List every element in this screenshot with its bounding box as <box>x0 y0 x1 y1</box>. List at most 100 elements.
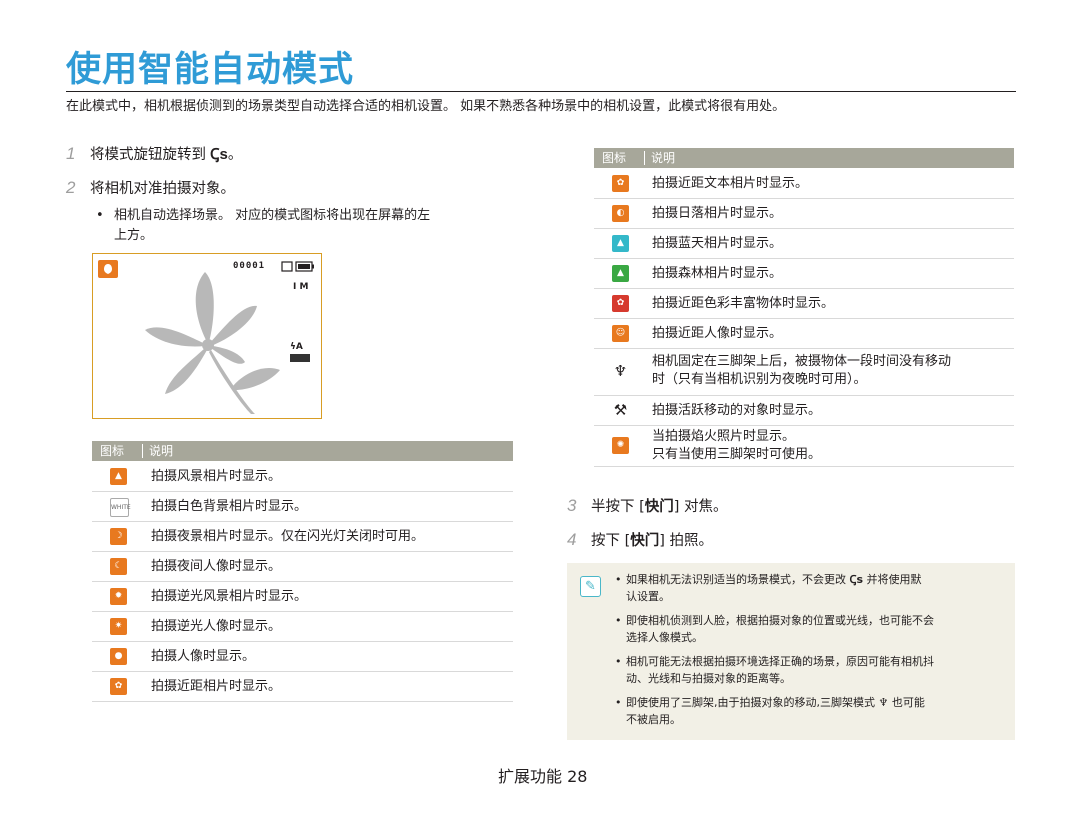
sunset-icon: ◐ <box>612 205 629 222</box>
table-row: ☺ 拍摄近距人像时显示。 <box>594 319 1014 349</box>
step-text: 将相机对准拍摄对象。 <box>90 181 235 197</box>
step-1: 1 将模式旋钮旋转到 Ꞔs。 <box>66 143 242 166</box>
table-row: ● 拍摄人像时显示。 <box>92 642 513 672</box>
row-text: 拍摄日落相片时显示。 <box>652 206 783 221</box>
step-number: 4 <box>567 530 577 549</box>
note-item: • 如果相机无法识别适当的场景模式，不会更改 Ꞔs 并将使用默 认设置。 <box>615 571 1000 605</box>
flash-indicator: ϟA <box>290 342 303 352</box>
flower-silhouette-icon <box>145 272 280 414</box>
white-balance-icon <box>290 354 310 362</box>
macro-portrait-icon: ☺ <box>612 325 629 342</box>
note-text: 如果相机无法识别适当的场景模式，不会更改 <box>626 573 846 586</box>
row-text: 拍摄逆光人像时显示。 <box>151 619 282 634</box>
action-icon: ⚒ <box>613 401 628 419</box>
row-text: 拍摄白色背景相片时显示。 <box>151 499 308 514</box>
row-text: 拍摄森林相片时显示。 <box>652 266 783 281</box>
macro-color-icon: ✿ <box>612 295 629 312</box>
row-text-line-2: 时（只有当相机识别为夜晚时可用）。 <box>652 372 867 387</box>
shutter-key-label: 快门 <box>644 499 674 515</box>
table-row: ✺ 当拍摄焰火照片时显示。 只有当使用三脚架时可使用。 <box>594 426 1014 467</box>
step-number: 1 <box>66 144 76 163</box>
table-row: ✿ 拍摄近距相片时显示。 <box>92 672 513 702</box>
row-text: 拍摄近距相片时显示。 <box>151 679 282 694</box>
title-rule <box>66 91 1016 92</box>
macro-text-icon: ✿ <box>612 175 629 192</box>
row-text: 拍摄蓝天相片时显示。 <box>652 236 783 251</box>
step-text-end: 。 <box>227 147 243 163</box>
row-text: 相机固定在三脚架上后，被摄物体一段时间没有移动 时（只有当相机识别为夜晚时可用）… <box>652 353 951 389</box>
table-row: ♆ 相机固定在三脚架上后，被摄物体一段时间没有移动 时（只有当相机识别为夜晚时可… <box>594 349 1014 396</box>
note-item: • 即使相机侦测到人脸，根据拍摄对象的位置或光线，也可能不会 选择人像模式。 <box>615 612 1000 646</box>
step-2-bullet: • 相机自动选择场景。 对应的模式图标将出现在屏幕的左 上方。 <box>96 206 514 246</box>
bullet-dot: • <box>615 573 622 586</box>
row-text: 当拍摄焰火照片时显示。 只有当使用三脚架时可使用。 <box>652 428 821 464</box>
step-text: 按下 [ <box>591 533 631 549</box>
row-text-line-1: 相机固定在三脚架上后，被摄物体一段时间没有移动 <box>652 354 952 369</box>
bullet-dot: • <box>615 655 622 668</box>
bullet-dot: • <box>615 614 622 627</box>
landscape-icon: ▲ <box>110 468 127 485</box>
header-separator <box>644 151 645 165</box>
battery-icon <box>281 261 314 272</box>
table-row: WHITE 拍摄白色背景相片时显示。 <box>92 492 513 522</box>
note-text: 认设置。 <box>626 590 670 603</box>
table-row: ⚒ 拍摄活跃移动的对象时显示。 <box>594 396 1014 426</box>
smart-auto-mode-icon: Ꞔs <box>210 146 228 163</box>
row-text: 拍摄近距文本相片时显示。 <box>652 176 809 191</box>
step-text-end: ] 对焦。 <box>673 499 728 515</box>
step-3: 3 半按下 [快门] 对焦。 <box>567 495 728 518</box>
table-row: ✷ 拍摄逆光人像时显示。 <box>92 612 513 642</box>
step-text: 半按下 [ <box>591 499 645 515</box>
row-text-line-1: 当拍摄焰火照片时显示。 <box>652 429 796 444</box>
left-table-header: 图标 说明 <box>92 441 513 461</box>
step-number: 3 <box>567 496 577 515</box>
row-text: 拍摄逆光风景相片时显示。 <box>151 589 308 604</box>
note-item: • 相机可能无法根据拍摄环境选择正确的场景，原因可能有相机抖 动、光线和与拍摄对… <box>615 653 1000 687</box>
note-icon: ✎ <box>580 576 601 597</box>
backlit-portrait-icon: ✷ <box>110 618 127 635</box>
smart-auto-mode-icon: Ꞔs <box>849 573 864 586</box>
shutter-key-label: 快门 <box>630 533 660 549</box>
row-text-line-2: 只有当使用三脚架时可使用。 <box>652 447 822 462</box>
step-4: 4 按下 [快门] 拍照。 <box>567 529 713 552</box>
fireworks-icon: ✺ <box>612 437 629 454</box>
right-table-header: 图标 说明 <box>594 148 1014 168</box>
bullet-dot: • <box>615 696 622 709</box>
tripod-icon: ♆ <box>878 696 889 709</box>
row-text: 拍摄夜间人像时显示。 <box>151 559 282 574</box>
table-row: ✿ 拍摄近距色彩丰富物体时显示。 <box>594 289 1014 319</box>
white-background-icon: WHITE <box>110 498 131 517</box>
row-text: 拍摄近距色彩丰富物体时显示。 <box>652 296 835 311</box>
blue-sky-icon: ▲ <box>612 235 629 252</box>
macro-icon: ✿ <box>110 678 127 695</box>
row-text: 拍摄近距人像时显示。 <box>652 326 783 341</box>
note-text: 即使使用了三脚架,由于拍摄对象的移动,三脚架模式 <box>626 696 875 709</box>
note-text: 并将使用默 <box>866 573 922 586</box>
tripod-icon: ♆ <box>613 362 628 380</box>
step-text-end: ] 拍照。 <box>659 533 714 549</box>
bullet-line-2: 上方。 <box>114 228 154 243</box>
note-text: 不被启用。 <box>626 713 681 726</box>
table-row: ▲ 拍摄风景相片时显示。 <box>92 462 513 492</box>
note-text: 即使相机侦测到人脸，根据拍摄对象的位置或光线，也可能不会 <box>626 614 934 627</box>
table-row: ✹ 拍摄逆光风景相片时显示。 <box>92 582 513 612</box>
image-size-indicator: I M <box>293 282 309 292</box>
night-icon: ☽ <box>110 528 127 545</box>
note-text: 也可能 <box>891 696 925 709</box>
macro-mode-icon <box>98 260 118 278</box>
bullet-dot: • <box>96 208 104 223</box>
header-desc-col: 说明 <box>149 444 174 458</box>
table-row: ✿ 拍摄近距文本相片时显示。 <box>594 169 1014 199</box>
forest-icon: ▲ <box>612 265 629 282</box>
row-text: 拍摄夜景相片时显示。仅在闪光灯关闭时可用。 <box>151 529 425 544</box>
camera-screen-illustration: 00001 I M ϟA <box>92 253 322 419</box>
step-number: 2 <box>66 178 76 197</box>
page-title: 使用智能自动模式 <box>66 50 355 90</box>
night-portrait-icon: ☾ <box>110 558 127 575</box>
header-desc-col: 说明 <box>651 151 676 165</box>
step-text: 将模式旋钮旋转到 <box>90 147 206 163</box>
backlit-landscape-icon: ✹ <box>110 588 127 605</box>
header-icon-col: 图标 <box>100 444 125 458</box>
bullet-line-1: 相机自动选择场景。 对应的模式图标将出现在屏幕的左 <box>114 208 431 223</box>
intro-text: 在此模式中，相机根据侦测到的场景类型自动选择合适的相机设置。 如果不熟悉各种场景… <box>66 99 786 114</box>
